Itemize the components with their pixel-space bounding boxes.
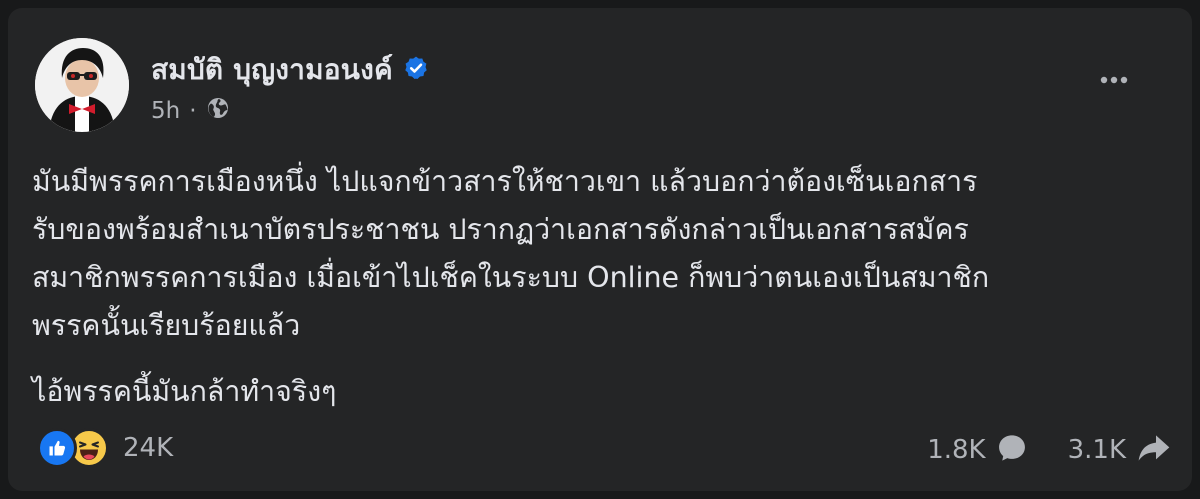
post-line: รับของพร้อมสำเนาบัตรประชาชน ปรากฏว่าเอกส… [32,213,969,246]
reactions-summary[interactable]: 24K [37,428,173,468]
more-options-icon [1100,76,1128,84]
avatar[interactable] [35,38,129,132]
shares-button[interactable]: 3.1K [1068,432,1172,468]
author-name[interactable]: สมบัติ บุญงามอนงค์ [151,48,393,92]
post-line: พรรคนั้นเรียบร้อยแล้ว [32,309,301,342]
engagement-stats: 1.8K 3.1K [927,428,1172,472]
post-meta: 5h · [151,96,230,126]
globe-icon [206,96,230,126]
reaction-count: 24K [123,433,174,463]
comment-count: 1.8K [927,435,986,465]
more-options-button[interactable] [1094,60,1134,100]
post-line: สมาชิกพรรคการเมือง เมื่อเข้าไปเช็คในระบบ… [32,261,990,294]
share-count: 3.1K [1067,435,1126,465]
comment-icon [996,432,1028,468]
share-icon [1136,432,1172,468]
post-body: มันมีพรรคการเมืองหนึ่ง ไปแจกข้าวสารให้ชา… [32,158,1182,416]
post-line: มันมีพรรคการเมืองหนึ่ง ไปแจกข้าวสารให้ชา… [32,165,978,198]
post-time[interactable]: 5h [151,98,180,124]
verified-badge-icon [403,55,429,85]
post-closing-line: ไอ้พรรคนี้มันกล้าทำจริงๆ [32,375,337,408]
author-row: สมบัติ บุญงามอนงค์ [151,48,429,92]
comments-button[interactable]: 1.8K [927,432,1027,468]
post-card: สมบัติ บุญงามอนงค์ 5h · มันมีพรรคการเมือ… [8,8,1192,491]
like-icon [37,428,77,468]
meta-separator: · [189,98,197,124]
post-footer: 24K 1.8K 3.1K [32,428,1172,472]
avatar-image [35,38,129,132]
